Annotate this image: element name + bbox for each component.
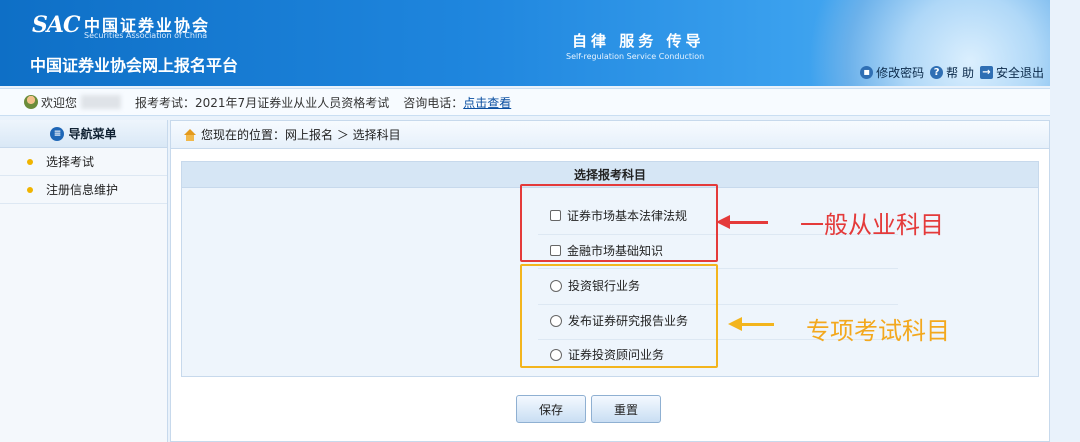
header-banner: SAC 中国证券业协会 Securities Association of Ch… — [0, 0, 1050, 86]
phone-label: 咨询电话： — [403, 95, 464, 110]
special-subjects-annotation: 专项考试科目 — [806, 317, 950, 345]
home-icon — [183, 128, 197, 141]
logo-english-name: Securities Association of China — [84, 31, 208, 40]
sidebar-item-select-exam[interactable]: 选择考试 — [0, 148, 167, 176]
red-arrow-icon — [716, 215, 768, 229]
menu-icon: ≡ — [50, 126, 65, 141]
change-password-link[interactable]: ▪ 修改密码 — [860, 64, 924, 81]
help-label: 帮 助 — [946, 66, 974, 80]
sidebar: ≡ 导航菜单 选择考试 注册信息维护 — [0, 120, 168, 442]
exit-icon: → — [979, 66, 993, 79]
info-bar: 欢迎您 报考考试：2021年7月证券业从业人员资格考试 咨询电话： 点击查看 — [0, 88, 1050, 116]
change-password-label: 修改密码 — [876, 66, 925, 80]
reset-button[interactable]: 重置 — [591, 395, 661, 423]
sac-logo: SAC — [32, 12, 80, 38]
bullet-icon — [27, 187, 33, 193]
logout-link[interactable]: → 安全退出 — [979, 64, 1044, 81]
general-subjects-highlight — [520, 184, 718, 262]
help-link[interactable]: ? 帮 助 — [930, 64, 974, 81]
nav-menu-header: ≡ 导航菜单 — [0, 120, 167, 148]
phone-link[interactable]: 点击查看 — [463, 94, 511, 111]
exam-text: 报考考试：2021年7月证券业从业人员资格考试 — [135, 95, 390, 110]
lock-icon: ▪ — [860, 66, 874, 79]
sidebar-item-label: 选择考试 — [46, 155, 95, 169]
bullet-icon — [27, 159, 33, 165]
slogan: 自律 服务 传导 — [572, 32, 705, 50]
user-avatar-icon — [24, 95, 38, 109]
general-subjects-annotation: 一般从业科目 — [800, 211, 944, 239]
site-title: 中国证券业协会网上报名平台 — [30, 56, 239, 75]
yellow-arrow-icon — [728, 317, 774, 331]
welcome-text: 欢迎您 — [41, 95, 78, 110]
special-subjects-highlight — [520, 264, 718, 368]
breadcrumb-text: 您现在的位置：网上报名 ＞ 选择科目 — [201, 128, 401, 142]
save-button[interactable]: 保存 — [516, 395, 586, 423]
nav-menu-title: 导航菜单 — [68, 127, 117, 141]
top-links: ▪ 修改密码 ? 帮 助 → 安全退出 — [860, 64, 1044, 81]
slogan-english: Self-regulation Service Conduction — [566, 52, 705, 61]
logout-label: 安全退出 — [995, 66, 1044, 80]
sidebar-item-label: 注册信息维护 — [46, 183, 119, 197]
breadcrumb: 您现在的位置：网上报名 ＞ 选择科目 — [171, 121, 1049, 149]
sidebar-item-registration-info[interactable]: 注册信息维护 — [0, 176, 167, 204]
help-icon: ? — [930, 66, 944, 79]
blurred-username — [81, 95, 122, 109]
